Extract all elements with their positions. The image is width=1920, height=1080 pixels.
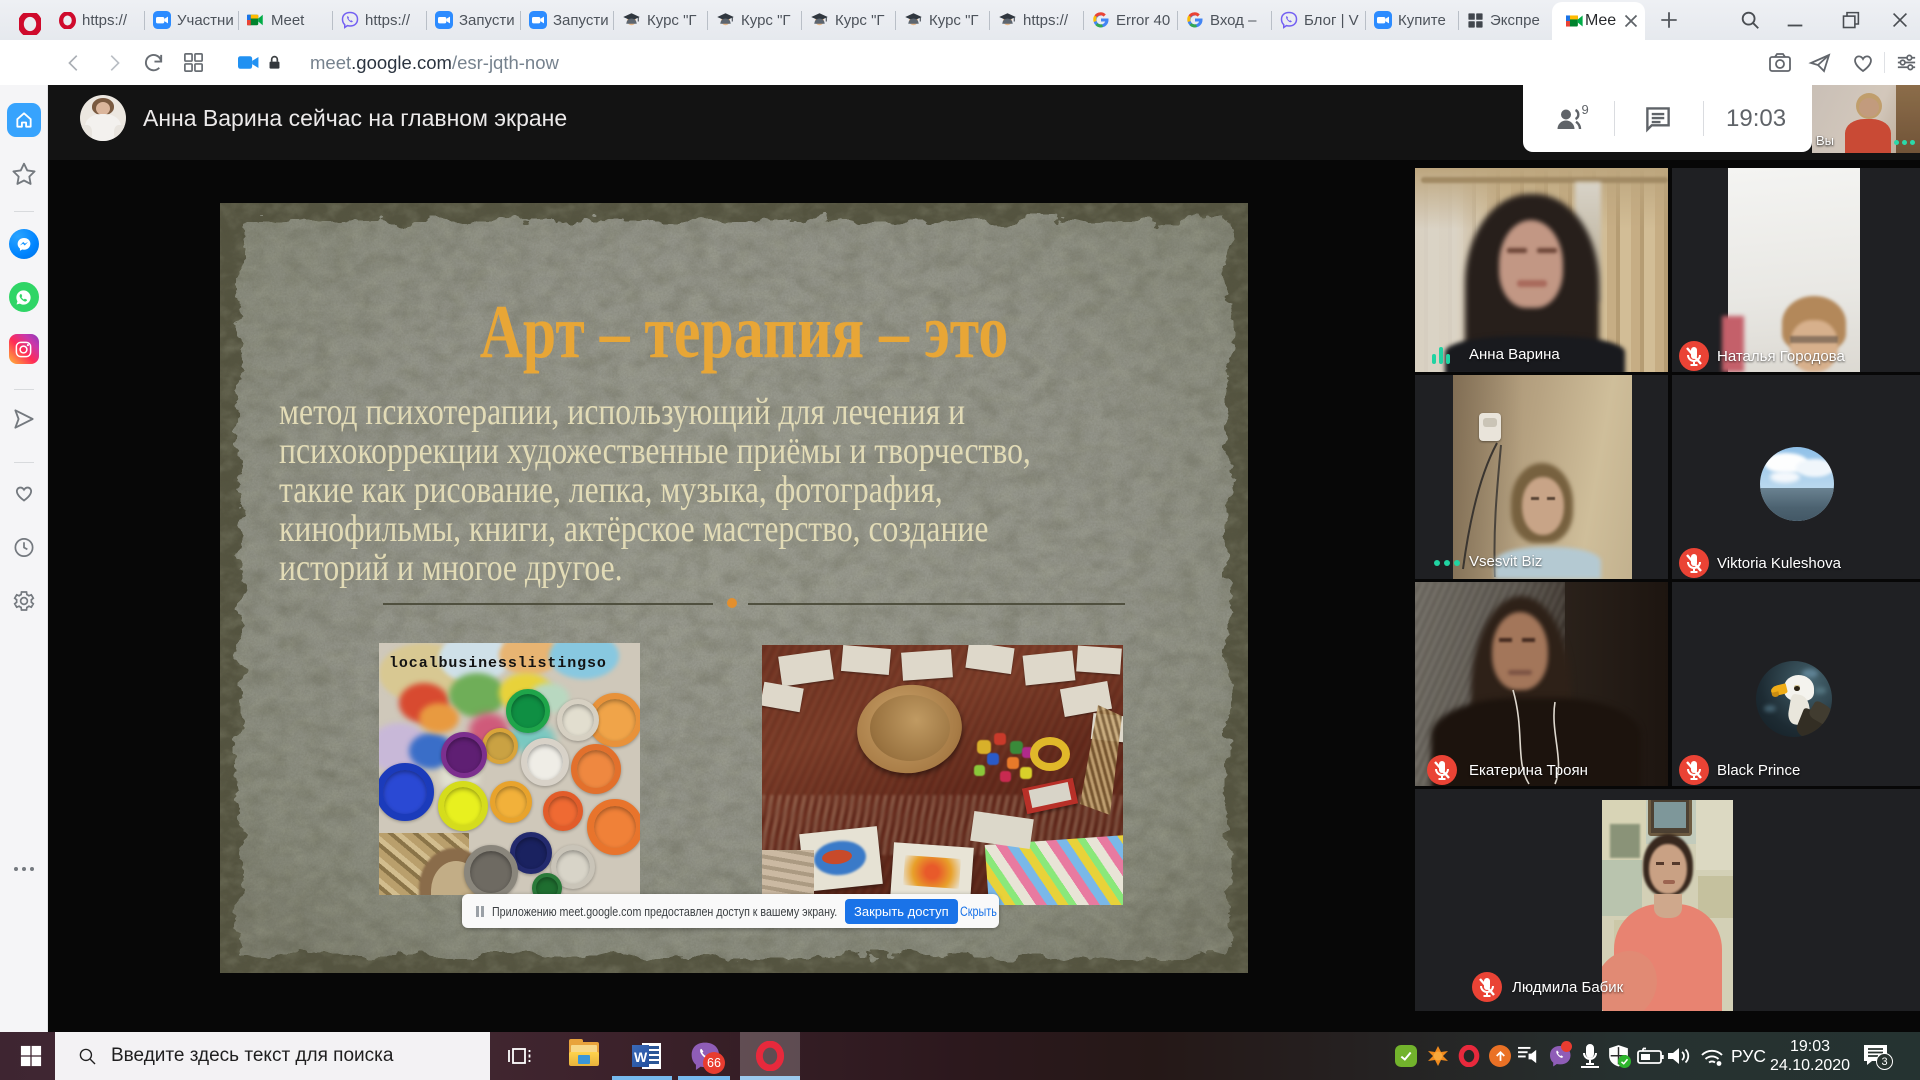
svg-text:9: 9 [1582, 104, 1589, 117]
